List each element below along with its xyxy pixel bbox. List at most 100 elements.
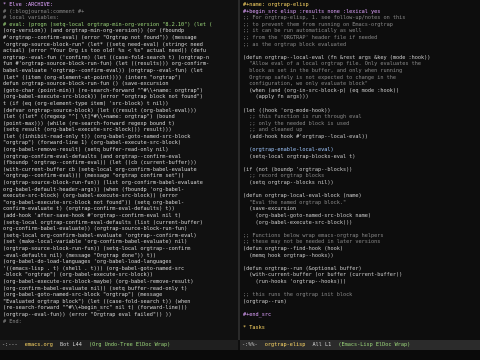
- right-code-line[interactable]: [243, 187, 477, 194]
- left-code-line[interactable]: '((emacs-lisp . t) (shell . t))) (org-ba…: [3, 266, 235, 273]
- right-code-line[interactable]: ;; these may not be needed in later vers…: [243, 239, 477, 246]
- right-code-line[interactable]: configuration, we only evaluate block": [243, 81, 477, 88]
- left-code-line[interactable]: "orgtrap") (forward-line 1) (org-babel-e…: [3, 140, 235, 147]
- right-modeline[interactable]: -:%%- orgtrap-elisp All L1 (Emacs-Lisp E…: [240, 340, 480, 350]
- left-code-line[interactable]: actual) (error "Your Org is too old! %s …: [3, 48, 235, 55]
- left-code-line[interactable]: (setq-local org-confirm-babel-evaluate '…: [3, 233, 235, 240]
- left-code-line[interactable]: "org-babel-execute-src-block not found")…: [3, 200, 235, 207]
- right-code-line[interactable]: ;; this function is run through eval: [243, 114, 477, 121]
- left-code-line[interactable]: orgtrap--eval-fun ('confirm) (let ((case…: [3, 55, 235, 62]
- right-modeline-mode[interactable]: (Emacs-Lisp ElDoc Wrap): [336, 340, 412, 350]
- right-code-line[interactable]: ;; only the needed block is used: [243, 121, 477, 128]
- left-code-line[interactable]: # (:blogjournal:comment #+: [3, 9, 235, 16]
- left-modeline[interactable]: -:--- emacs.org Bot L44 (Org Undo-Tree E…: [0, 340, 238, 350]
- right-code-line[interactable]: [243, 286, 477, 293]
- right-code-line[interactable]: (defun orgtrap--local-eval (fn &rest arg…: [243, 55, 477, 62]
- right-code-line[interactable]: (add-hook hook #'orgtrap--local-eval)): [243, 134, 477, 141]
- left-code-line[interactable]: (org-babel-execute-src-block-maybe) (org…: [3, 279, 235, 286]
- right-code-line[interactable]: ;; Functions below wrap emacs-orgtrap he…: [243, 233, 477, 240]
- left-code-line[interactable]: (point-max))) (while (re-search-forward …: [3, 121, 235, 128]
- left-code-line[interactable]: execute-src-block) (org-babel-execute-sr…: [3, 193, 235, 200]
- right-code-line[interactable]: (memq hook orgtrap--hooks)): [243, 253, 477, 260]
- left-code-line[interactable]: defun orgtrap-source-block-run-fun () (s…: [3, 81, 235, 88]
- right-code-line[interactable]: #+begin_src elisp :results none :lexical…: [243, 9, 477, 16]
- right-code-line[interactable]: ;; from the 'ORGTRAP' header file if nee…: [243, 35, 477, 42]
- left-code-line[interactable]: (goto-char (point-min)) (re-search-forwa…: [3, 88, 235, 95]
- left-code-line[interactable]: "Evaluated orgtrap block") (let ((case-f…: [3, 299, 235, 306]
- right-code-line[interactable]: (apply fn args))): [243, 94, 477, 101]
- right-code-line[interactable]: [243, 160, 477, 167]
- left-code-line[interactable]: (org-babel-remove-result) (setq buffer-r…: [3, 147, 235, 154]
- left-code-line[interactable]: (setq-local orgtrap-confirm-eval-default…: [3, 220, 235, 227]
- left-code-line[interactable]: (fboundp 'orgtrap--confirm-eval)) (let (…: [3, 160, 235, 167]
- right-code-line[interactable]: "Allow eval of a local orgtrap file. Onl…: [243, 61, 477, 68]
- right-code-line[interactable]: (defun orgtrap--find-hook (hook): [243, 246, 477, 253]
- right-code-line[interactable]: [243, 319, 477, 326]
- left-editor-pane[interactable]: * Elve :ARCHIVE: # (:blogjournal:comment …: [0, 0, 238, 340]
- right-code-line[interactable]: (orgtrap--run): [243, 299, 477, 306]
- right-modeline-filename[interactable]: orgtrap-elisp: [263, 340, 308, 350]
- left-modeline-filename[interactable]: emacs.org: [23, 340, 55, 350]
- right-code-line[interactable]: [243, 101, 477, 108]
- left-code-line[interactable]: (org-babel-goto-named-src-block "orgtrap…: [3, 292, 235, 299]
- left-code-line[interactable]: (let* ((item (org-element-at-point)))) (…: [3, 75, 235, 82]
- right-code-line[interactable]: (when (and (org-in-src-block-p) (eq mode…: [243, 88, 477, 95]
- right-code-line[interactable]: (let ((hook 'org-mode-hook)): [243, 108, 477, 115]
- right-code-line[interactable]: ;; as the orgtrap block evaluated: [243, 42, 477, 49]
- left-code-line[interactable]: babel-evaluate 'orgtrap--confirm-eval)) …: [3, 68, 235, 75]
- left-code-line[interactable]: (orgtrap--eval-fun)) (error "Orgtrap eva…: [3, 312, 235, 319]
- right-code-line[interactable]: (defun orgtrap--run (&optional buffer): [243, 266, 477, 273]
- left-code-line[interactable]: (defvar orgtrap-source-block) (let ((res…: [3, 108, 235, 115]
- left-code-line[interactable]: # eval: (progn (setq-local orgtrap-min-o…: [3, 22, 235, 29]
- left-code-line[interactable]: (add-hook 'after-save-hook #'orgtrap--co…: [3, 213, 235, 220]
- left-code-line[interactable]: fun #'orgtrap-source-block-run-fun) (let…: [3, 61, 235, 68]
- left-modeline-mode[interactable]: (Org Undo-Tree ElDoc Wrap): [87, 340, 172, 350]
- left-code-line[interactable]: (re-search-forward "^#\\+begin_src" nil …: [3, 305, 235, 312]
- right-code-line[interactable]: (setq orgtrap--blocks nil)): [243, 180, 477, 187]
- right-code-line[interactable]: "Eval the named orgtrap block.": [243, 200, 477, 207]
- left-code-line[interactable]: #'orgtrap--confirm-eval) (error "Orgtrap…: [3, 35, 235, 42]
- left-code-line[interactable]: (set (make-local-variable 'org-confirm-b…: [3, 239, 235, 246]
- left-code-line[interactable]: # End:: [3, 319, 235, 326]
- left-code-line[interactable]: (orgtrap-source-block-run-fun)) (list or…: [3, 180, 235, 187]
- right-code-line[interactable]: (save-excursion: [243, 206, 477, 213]
- left-code-line[interactable]: -block "orgtrap") (org-babel-execute-src…: [3, 272, 235, 279]
- right-code-line[interactable]: (org-babel-goto-named-src-block name): [243, 213, 477, 220]
- right-code-line[interactable]: [243, 226, 477, 233]
- right-code-line[interactable]: ;; record orgtrap blocks: [243, 173, 477, 180]
- left-code-line[interactable]: confirm-evaluate t) (orgtrap-confirm-eva…: [3, 206, 235, 213]
- left-code-line[interactable]: (org-confirm-babel-evaluate nil)) (setq …: [3, 286, 235, 293]
- right-code-line[interactable]: [243, 140, 477, 147]
- left-code-line[interactable]: org-babel-default-header-args)) (when (f…: [3, 187, 235, 194]
- left-code-line[interactable]: # local variables:: [3, 15, 235, 22]
- right-code-line[interactable]: (defun orgtrap-local-eval-block (name): [243, 193, 477, 200]
- right-code-line[interactable]: (with-current-buffer (or buffer (current…: [243, 272, 477, 279]
- right-code-line[interactable]: (org-babel-execute-src-block))): [243, 220, 477, 227]
- right-code-line[interactable]: (orgtrap-enable-local-eval): [243, 147, 477, 154]
- right-code-line[interactable]: ;; to prevent them from running on Emacs…: [243, 22, 477, 29]
- right-code-line[interactable]: #+name: orgtrap-elisp: [243, 2, 477, 9]
- left-code-line[interactable]: -eval-defaults nil) (message "Orgtrap do…: [3, 253, 235, 260]
- right-code-line[interactable]: [243, 48, 477, 55]
- right-code-line[interactable]: (run-hooks 'orgtrap--hooks))): [243, 279, 477, 286]
- left-code-line[interactable]: (orgtrap-source-block-run-fun)) (setq-lo…: [3, 246, 235, 253]
- left-code-line[interactable]: (let ((inhibit-read-only t)) (org-babel-…: [3, 134, 235, 141]
- right-code-line[interactable]: Orgtrap safely is not expected to change…: [243, 75, 477, 82]
- left-code-line[interactable]: (setq result (org-babel-execute-src-bloc…: [3, 127, 235, 134]
- left-code-line[interactable]: (let ((let* ((regexp "^[ \t]*#\\+name: o…: [3, 114, 235, 121]
- left-code-line[interactable]: (org-babel-do-load-languages 'org-babel-…: [3, 259, 235, 266]
- left-code-line[interactable]: (orgtrap-confirm-eval-defaults (and orgt…: [3, 154, 235, 161]
- left-code-line[interactable]: 'orgtrap--confirm-eval))) (message "orgt…: [3, 173, 235, 180]
- left-code-line[interactable]: (org-babel-execute-src-block)) (error "o…: [3, 94, 235, 101]
- left-code-line[interactable]: (with-current-buffer cb (setq-local org-…: [3, 167, 235, 174]
- right-code-line[interactable]: (setq-local orgtrap-blocks-eval t): [243, 154, 477, 161]
- right-code-line[interactable]: block as set in the buffer, and only whe…: [243, 68, 477, 75]
- right-code-line[interactable]: ;; For orgtrap-elisp, 1. see follow-up/n…: [243, 15, 477, 22]
- right-code-line[interactable]: ;; this runs the orgtrap init block: [243, 292, 477, 299]
- left-code-line[interactable]: * Elve :ARCHIVE:: [3, 2, 235, 9]
- right-code-line[interactable]: [243, 305, 477, 312]
- right-code-line[interactable]: * Tasks: [243, 325, 477, 332]
- left-code-line[interactable]: (org-version)) (and orgtrap-min-org-vers…: [3, 28, 235, 35]
- right-editor-pane[interactable]: #+name: orgtrap-elisp #+begin_src elisp :…: [240, 0, 480, 340]
- left-code-line[interactable]: 'orgtrap-source-block-run" (let* ((setq …: [3, 42, 235, 49]
